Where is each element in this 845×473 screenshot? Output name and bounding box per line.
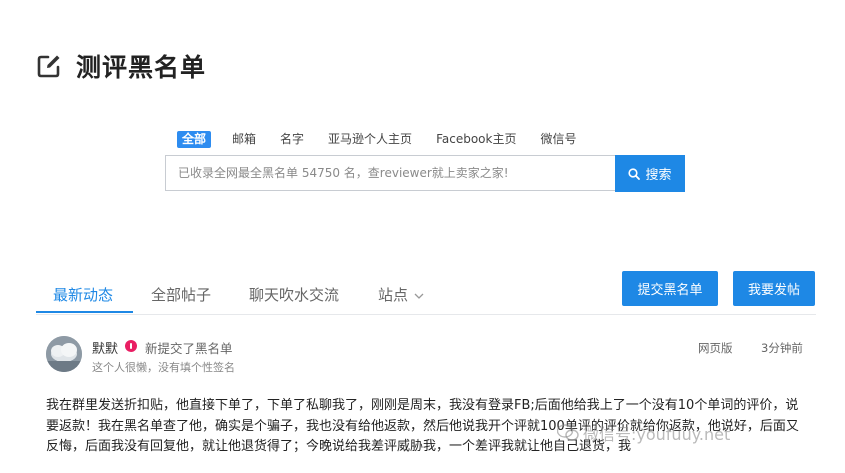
- wechat-icon: [557, 424, 579, 441]
- post-source: 网页版: [698, 341, 733, 355]
- search-tab-email[interactable]: 邮箱: [232, 131, 256, 148]
- search-button-label: 搜索: [645, 167, 672, 182]
- post-action: 新提交了黑名单: [145, 341, 233, 356]
- avatar[interactable]: [46, 336, 82, 372]
- avatar-image: [46, 336, 82, 372]
- tab-chat[interactable]: 聊天吹水交流: [249, 284, 339, 305]
- search-tab-all[interactable]: 全部: [177, 131, 212, 148]
- search-tab-facebook[interactable]: Facebook主页: [436, 131, 516, 148]
- page-header: 测评黑名单: [36, 48, 206, 84]
- search-input[interactable]: [166, 156, 615, 190]
- search-tab-amazon-profile[interactable]: 亚马逊个人主页: [328, 131, 412, 148]
- page-title: 测评黑名单: [76, 53, 207, 82]
- active-tab-indicator: [36, 311, 133, 313]
- tab-sites-label: 站点: [378, 286, 409, 304]
- search-type-tabs: 全部 邮箱 名字 亚马逊个人主页 Facebook主页 微信号: [177, 131, 600, 148]
- edit-icon: [37, 55, 60, 78]
- search-box: [165, 155, 615, 191]
- search-button[interactable]: 搜索: [615, 155, 685, 192]
- new-post-button[interactable]: 我要发帖: [733, 271, 815, 306]
- search-icon: [628, 167, 641, 180]
- post-time: 3分钟前: [761, 341, 803, 355]
- tab-latest[interactable]: 最新动态: [53, 284, 113, 305]
- tab-all-posts[interactable]: 全部帖子: [151, 284, 211, 305]
- chevron-down-icon: [414, 293, 424, 299]
- search-tab-wechat[interactable]: 微信号: [540, 131, 576, 148]
- author-name[interactable]: 默默: [92, 338, 118, 357]
- submit-blacklist-button[interactable]: 提交黑名单: [622, 271, 718, 306]
- watermark: 微信号:youfuuy.net: [557, 421, 730, 445]
- author-signature: 这个人很懒，没有填个性签名: [92, 361, 235, 374]
- tab-sites[interactable]: 站点: [378, 284, 424, 305]
- search-tab-name[interactable]: 名字: [280, 131, 304, 148]
- alert-badge-icon: [125, 340, 137, 352]
- watermark-text: 微信号:youfuuy.net: [583, 425, 731, 444]
